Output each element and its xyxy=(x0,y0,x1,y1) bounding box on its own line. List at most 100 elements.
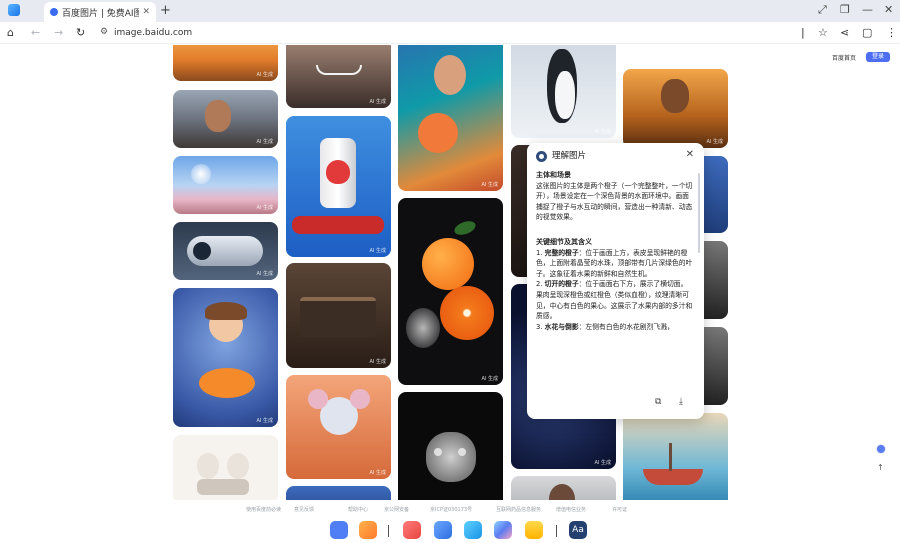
strawberries xyxy=(292,216,384,234)
image-tile[interactable]: AI 生成 xyxy=(286,375,391,479)
sliced-orange xyxy=(440,286,494,340)
footer-link[interactable]: 意见反馈 xyxy=(294,506,314,513)
dock-separator xyxy=(556,525,557,537)
dialog-content: 主体和场景 这张图片的主体是两个橙子（一个完整整叶，一个切开），场景设定在一个深… xyxy=(536,170,694,394)
ai-badge: AI 生成 xyxy=(594,460,612,466)
system-dock: Aa xyxy=(0,515,900,543)
new-tab-button[interactable]: + xyxy=(160,3,171,19)
ai-badge: AI 生成 xyxy=(256,205,274,211)
url-field[interactable]: image.baidu.com xyxy=(114,26,192,40)
dialog-scrollbar[interactable] xyxy=(698,173,700,253)
flower-shape xyxy=(418,113,458,153)
image-tile[interactable]: AI 生成 xyxy=(398,45,503,191)
home-icon[interactable]: ⌂ xyxy=(7,25,14,41)
back-arrow-icon[interactable]: ← xyxy=(31,25,40,41)
copy-icon[interactable]: ⧉ xyxy=(655,396,661,408)
ai-badge: AI 生成 xyxy=(369,470,387,476)
person-head xyxy=(549,484,575,500)
reload-icon[interactable]: ↻ xyxy=(76,25,85,41)
image-tile[interactable] xyxy=(286,486,391,500)
image-tile[interactable] xyxy=(398,392,503,500)
tabs-overview-icon[interactable]: ▢ xyxy=(862,25,872,41)
girl-face xyxy=(434,55,466,95)
ai-badge: AI 生成 xyxy=(369,248,387,254)
image-tile[interactable]: AI 生成 xyxy=(286,45,391,108)
gallery-app-icon[interactable] xyxy=(494,521,512,539)
footer-link[interactable]: 京公网安备 xyxy=(384,506,409,513)
browser-logo-icon[interactable] xyxy=(8,4,20,16)
download-icon[interactable]: ⤓ xyxy=(679,396,683,408)
image-tile[interactable]: AI 生成 xyxy=(173,45,278,81)
close-window-icon[interactable]: ✕ xyxy=(884,3,893,17)
footer-link[interactable]: 使用百度前必读 xyxy=(246,506,281,513)
orange-leaf xyxy=(452,218,478,238)
image-tile[interactable]: AI 生成 xyxy=(173,90,278,148)
app-grid-icon[interactable] xyxy=(330,521,348,539)
settings-app-icon[interactable] xyxy=(434,521,452,539)
mouse-ear xyxy=(308,389,328,409)
ai-badge: AI 生成 xyxy=(369,99,387,105)
fullscreen-icon[interactable]: ⤢ xyxy=(818,3,827,17)
more-menu-icon[interactable]: ⋮ xyxy=(886,25,897,41)
footer-link[interactable]: 许可证 xyxy=(612,506,627,513)
login-button[interactable]: 登录 xyxy=(866,52,890,62)
ai-badge: AI 生成 xyxy=(594,129,612,135)
share-icon[interactable]: ⋖ xyxy=(840,25,849,41)
boat-hull xyxy=(643,469,703,485)
restore-window-icon[interactable]: ❐ xyxy=(840,3,850,17)
image-tile[interactable]: AI 生成 xyxy=(511,45,616,138)
necklace xyxy=(316,65,362,75)
layers-app-icon[interactable] xyxy=(359,521,377,539)
section-text: 这张图片的主体是两个橙子（一个完整整叶，一个切开），场景设定在一个深色背景的水面… xyxy=(536,181,693,222)
active-tab[interactable]: 百度图片 | 免费AI图像生 ✕ xyxy=(44,2,156,22)
face-shape xyxy=(205,100,231,132)
bunny-body xyxy=(197,479,249,495)
image-tile[interactable]: AI 生成 xyxy=(398,198,503,385)
image-tile[interactable]: AI 生成 xyxy=(173,288,278,427)
image-gallery-page: 百度首页 登录 AI 生成 AI 生成 AI 生成 AI 生成 AI 生成 AI… xyxy=(0,45,900,500)
goldfish xyxy=(199,368,255,398)
forward-arrow-icon[interactable]: → xyxy=(54,25,63,41)
footer-link[interactable]: 互联网药品信息服务 xyxy=(496,506,541,513)
image-tile[interactable]: AI 生成 xyxy=(286,116,391,257)
reader-bar-icon[interactable]: | xyxy=(801,25,805,41)
baidu-home-link[interactable]: 百度首页 xyxy=(832,53,856,62)
ai-badge: AI 生成 xyxy=(256,72,274,78)
notes-app-icon[interactable] xyxy=(525,521,543,539)
ai-badge: AI 生成 xyxy=(481,376,499,382)
assistant-float-icon[interactable] xyxy=(876,444,886,454)
bunny-head xyxy=(197,453,219,479)
site-settings-icon[interactable]: ⚙ xyxy=(100,27,108,37)
video-app-icon[interactable] xyxy=(403,521,421,539)
detail-item: 3. 水花与倒影：左侧有白色的水花剧烈飞溅， xyxy=(536,322,674,331)
page-footer: 使用百度前必读 意见反馈 帮助中心 京公网安备 京ICP证030173号 互联网… xyxy=(0,503,900,515)
image-tile[interactable]: AI 生成 xyxy=(623,413,728,500)
footer-link[interactable]: 京ICP证030173号 xyxy=(430,506,472,513)
section-title: 主体和场景 xyxy=(536,171,571,179)
tab-title: 百度图片 | 免费AI图像生 xyxy=(62,8,140,19)
address-toolbar: ⌂ ← → ↻ ⚙ image.baidu.com | ☆ ⋖ ▢ ⋮ xyxy=(0,22,900,44)
image-tile[interactable]: AI 生成 xyxy=(173,222,278,280)
image-tile[interactable]: AI 生成 xyxy=(173,156,278,214)
image-tile[interactable]: AI 生成 xyxy=(286,263,391,368)
ai-badge: AI 生成 xyxy=(256,139,274,145)
browser-app-icon[interactable] xyxy=(464,521,482,539)
bookmark-star-icon[interactable]: ☆ xyxy=(818,25,828,41)
footer-link[interactable]: 帮助中心 xyxy=(348,506,368,513)
image-tile[interactable]: AI 生成 xyxy=(623,69,728,148)
penguin-belly xyxy=(555,71,575,119)
tab-bar: 百度图片 | 免费AI图像生 ✕ + ⤢ ❐ — ✕ xyxy=(0,0,900,22)
tab-close-icon[interactable]: ✕ xyxy=(142,7,150,17)
ai-badge: AI 生成 xyxy=(256,418,274,424)
back-to-top-icon[interactable]: ↑ xyxy=(877,463,884,472)
footer-link[interactable]: 增值电信业务 xyxy=(556,506,586,513)
ai-badge: AI 生成 xyxy=(481,182,499,188)
image-tile[interactable] xyxy=(173,435,278,500)
close-icon[interactable]: ✕ xyxy=(686,149,694,161)
minimize-icon[interactable]: — xyxy=(862,3,873,17)
dialog-logo-icon xyxy=(536,151,547,162)
ai-badge: AI 生成 xyxy=(256,271,274,277)
image-tile[interactable] xyxy=(511,476,616,500)
mouse-ear xyxy=(350,389,370,409)
font-app-icon[interactable]: Aa xyxy=(569,521,587,539)
